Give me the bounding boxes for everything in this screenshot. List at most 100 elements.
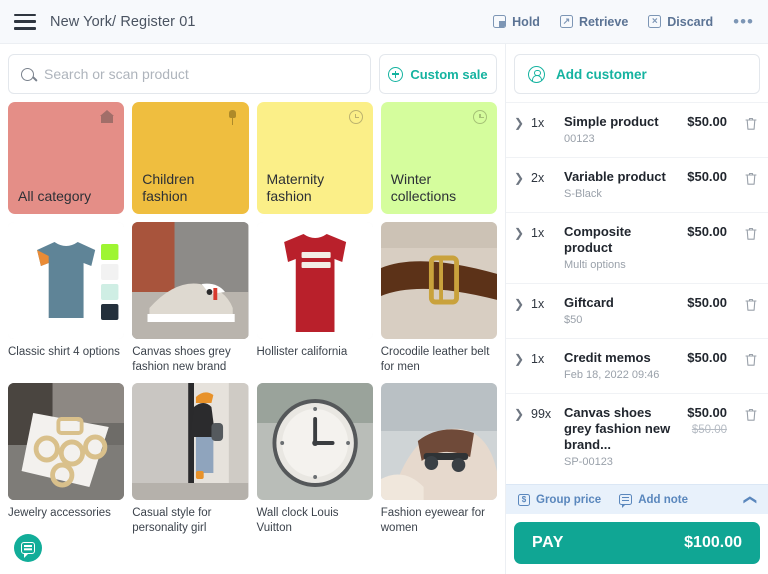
- product-card[interactable]: Casual style for personality girl: [132, 383, 249, 536]
- product-name: Crocodile leather belt for men: [380, 346, 490, 373]
- category-label: Maternity fashion: [266, 171, 325, 204]
- cart-item[interactable]: ❯ 99x Canvas shoes grey fashion new bran…: [506, 393, 768, 480]
- hamburger-menu-icon[interactable]: [14, 13, 36, 30]
- pin-icon: [227, 110, 239, 125]
- more-options-icon[interactable]: •••: [733, 13, 754, 30]
- cart-item-name: Simple product: [564, 114, 659, 129]
- search-row: Custom sale: [0, 44, 505, 102]
- cart-pane: Add customer ❯ 1x Simple product 00123 $…: [505, 44, 768, 574]
- product-card[interactable]: Classic shirt 4 options: [8, 222, 125, 375]
- cart-item-price: $50.00: [687, 295, 727, 310]
- category-tile-all-category[interactable]: All category: [8, 102, 125, 214]
- cart-item-name: Variable product: [564, 169, 666, 184]
- search-input[interactable]: [44, 66, 358, 82]
- cart-items-list: ❯ 1x Simple product 00123 $50.00 ❯ 2x Va…: [506, 102, 768, 484]
- discard-label: Discard: [667, 14, 714, 29]
- cart-item-name: Giftcard: [564, 295, 614, 310]
- category-grid: All category Children fashion Maternity …: [0, 102, 505, 214]
- product-card[interactable]: Crocodile leather belt for men: [380, 222, 497, 375]
- history-icon: [348, 110, 363, 124]
- retrieve-label: Retrieve: [578, 14, 629, 29]
- cart-item[interactable]: ❯ 1x Giftcard $50 $50.00: [506, 283, 768, 338]
- cart-item-pricing: $50.00: [687, 295, 727, 311]
- category-label: All category: [18, 188, 92, 204]
- pay-button[interactable]: PAY $100.00: [514, 522, 760, 564]
- product-name: Wall clock Louis Vuitton: [256, 507, 339, 534]
- category-tile-children-fashion[interactable]: Children fashion: [132, 102, 249, 214]
- product-card[interactable]: Jewelry accessories: [8, 383, 125, 536]
- cart-item[interactable]: ❯ 1x Composite product Multi options $50…: [506, 212, 768, 283]
- product-card[interactable]: Fashion eyewear for women: [380, 383, 497, 536]
- cart-item[interactable]: ❯ 1x Simple product 00123 $50.00: [506, 102, 768, 157]
- discard-icon: [648, 15, 662, 28]
- group-price-label: Group price: [536, 493, 602, 506]
- category-tile-winter-collections[interactable]: Winter collections: [380, 102, 497, 214]
- cart-item-price: $50.00: [687, 350, 727, 365]
- category-tile-maternity-fashion[interactable]: Maternity fashion: [256, 102, 373, 214]
- product-card[interactable]: Canvas shoes grey fashion new brand: [132, 222, 249, 375]
- cart-item-info: Credit memos Feb 18, 2022 09:46: [564, 350, 676, 382]
- cart-item-info: Composite product Multi options: [564, 224, 676, 272]
- delete-item-icon[interactable]: [744, 352, 758, 367]
- chevron-up-icon[interactable]: ❮: [743, 494, 759, 505]
- cart-item-pricing: $50.00: [687, 350, 727, 366]
- add-note-button[interactable]: Add note: [619, 493, 689, 508]
- chevron-right-icon[interactable]: ❯: [514, 408, 524, 420]
- cart-item-qty: 99x: [531, 407, 552, 421]
- chevron-right-icon[interactable]: ❯: [514, 298, 524, 310]
- delete-item-icon[interactable]: [744, 407, 758, 422]
- cart-item[interactable]: ❯ 1x Credit memos Feb 18, 2022 09:46 $50…: [506, 338, 768, 393]
- product-thumbnail: [256, 383, 373, 500]
- note-bubble-icon: [619, 494, 633, 508]
- cart-item-pricing: $50.00: [687, 224, 727, 240]
- cart-item[interactable]: ❯ 2x Variable product S-Black $50.00: [506, 157, 768, 212]
- cart-item-info: Simple product 00123: [564, 114, 676, 146]
- chat-support-button[interactable]: [14, 534, 42, 562]
- pay-amount: $100.00: [684, 534, 742, 551]
- product-thumbnail: [8, 383, 125, 500]
- cart-item-name: Canvas shoes grey fashion new brand...: [564, 405, 671, 452]
- search-box[interactable]: [8, 54, 371, 94]
- chevron-right-icon[interactable]: ❯: [514, 117, 524, 129]
- chevron-right-icon[interactable]: ❯: [514, 353, 524, 365]
- cart-item-qty: 1x: [531, 297, 545, 311]
- product-name: Classic shirt 4 options: [8, 346, 120, 358]
- add-customer-button[interactable]: Add customer: [514, 54, 760, 94]
- cart-item-sub: S-Black: [564, 188, 602, 200]
- cart-item-qty: 1x: [531, 226, 545, 240]
- delete-item-icon[interactable]: [744, 226, 758, 241]
- product-card[interactable]: Hollister california: [256, 222, 373, 375]
- product-thumbnail: [8, 222, 125, 339]
- product-name: Jewelry accessories: [8, 507, 111, 519]
- custom-sale-label: Custom sale: [410, 66, 488, 82]
- cart-item-pricing: $50.00: [687, 169, 727, 185]
- cart-item-price: $50.00: [687, 114, 727, 129]
- chevron-right-icon[interactable]: ❯: [514, 172, 524, 184]
- delete-item-icon[interactable]: [744, 116, 758, 131]
- cart-item-sub: Feb 18, 2022 09:46: [564, 369, 660, 381]
- product-thumbnail: [132, 383, 249, 500]
- discard-button[interactable]: Discard: [648, 15, 713, 29]
- app-header: New York/ Register 01 Hold Retrieve Disc…: [0, 0, 768, 44]
- custom-sale-button[interactable]: Custom sale: [379, 54, 497, 94]
- retrieve-button[interactable]: Retrieve: [559, 14, 629, 29]
- hold-icon: [493, 15, 507, 28]
- group-price-button[interactable]: $ Group price: [518, 493, 602, 506]
- chevron-right-icon[interactable]: ❯: [514, 227, 524, 239]
- cart-item-name: Composite product: [564, 224, 632, 255]
- cart-item-sub: Multi options: [564, 259, 626, 271]
- cart-item-info: Canvas shoes grey fashion new brand... S…: [564, 405, 676, 469]
- product-card[interactable]: Wall clock Louis Vuitton: [256, 383, 373, 536]
- catalog-pane: Custom sale All category Children fashio…: [0, 44, 505, 574]
- add-note-label: Add note: [638, 493, 689, 506]
- category-label: Children fashion: [142, 171, 195, 204]
- delete-item-icon[interactable]: [744, 171, 758, 186]
- plus-circle-icon: [388, 66, 404, 82]
- cart-item-sub: $50: [564, 314, 583, 326]
- history-icon: [473, 110, 487, 124]
- pos-app: New York/ Register 01 Hold Retrieve Disc…: [0, 0, 768, 574]
- delete-item-icon[interactable]: [744, 297, 758, 312]
- cart-item-price: $50.00: [687, 224, 727, 239]
- cart-item-price: $50.00: [687, 405, 727, 420]
- hold-button[interactable]: Hold: [493, 15, 540, 29]
